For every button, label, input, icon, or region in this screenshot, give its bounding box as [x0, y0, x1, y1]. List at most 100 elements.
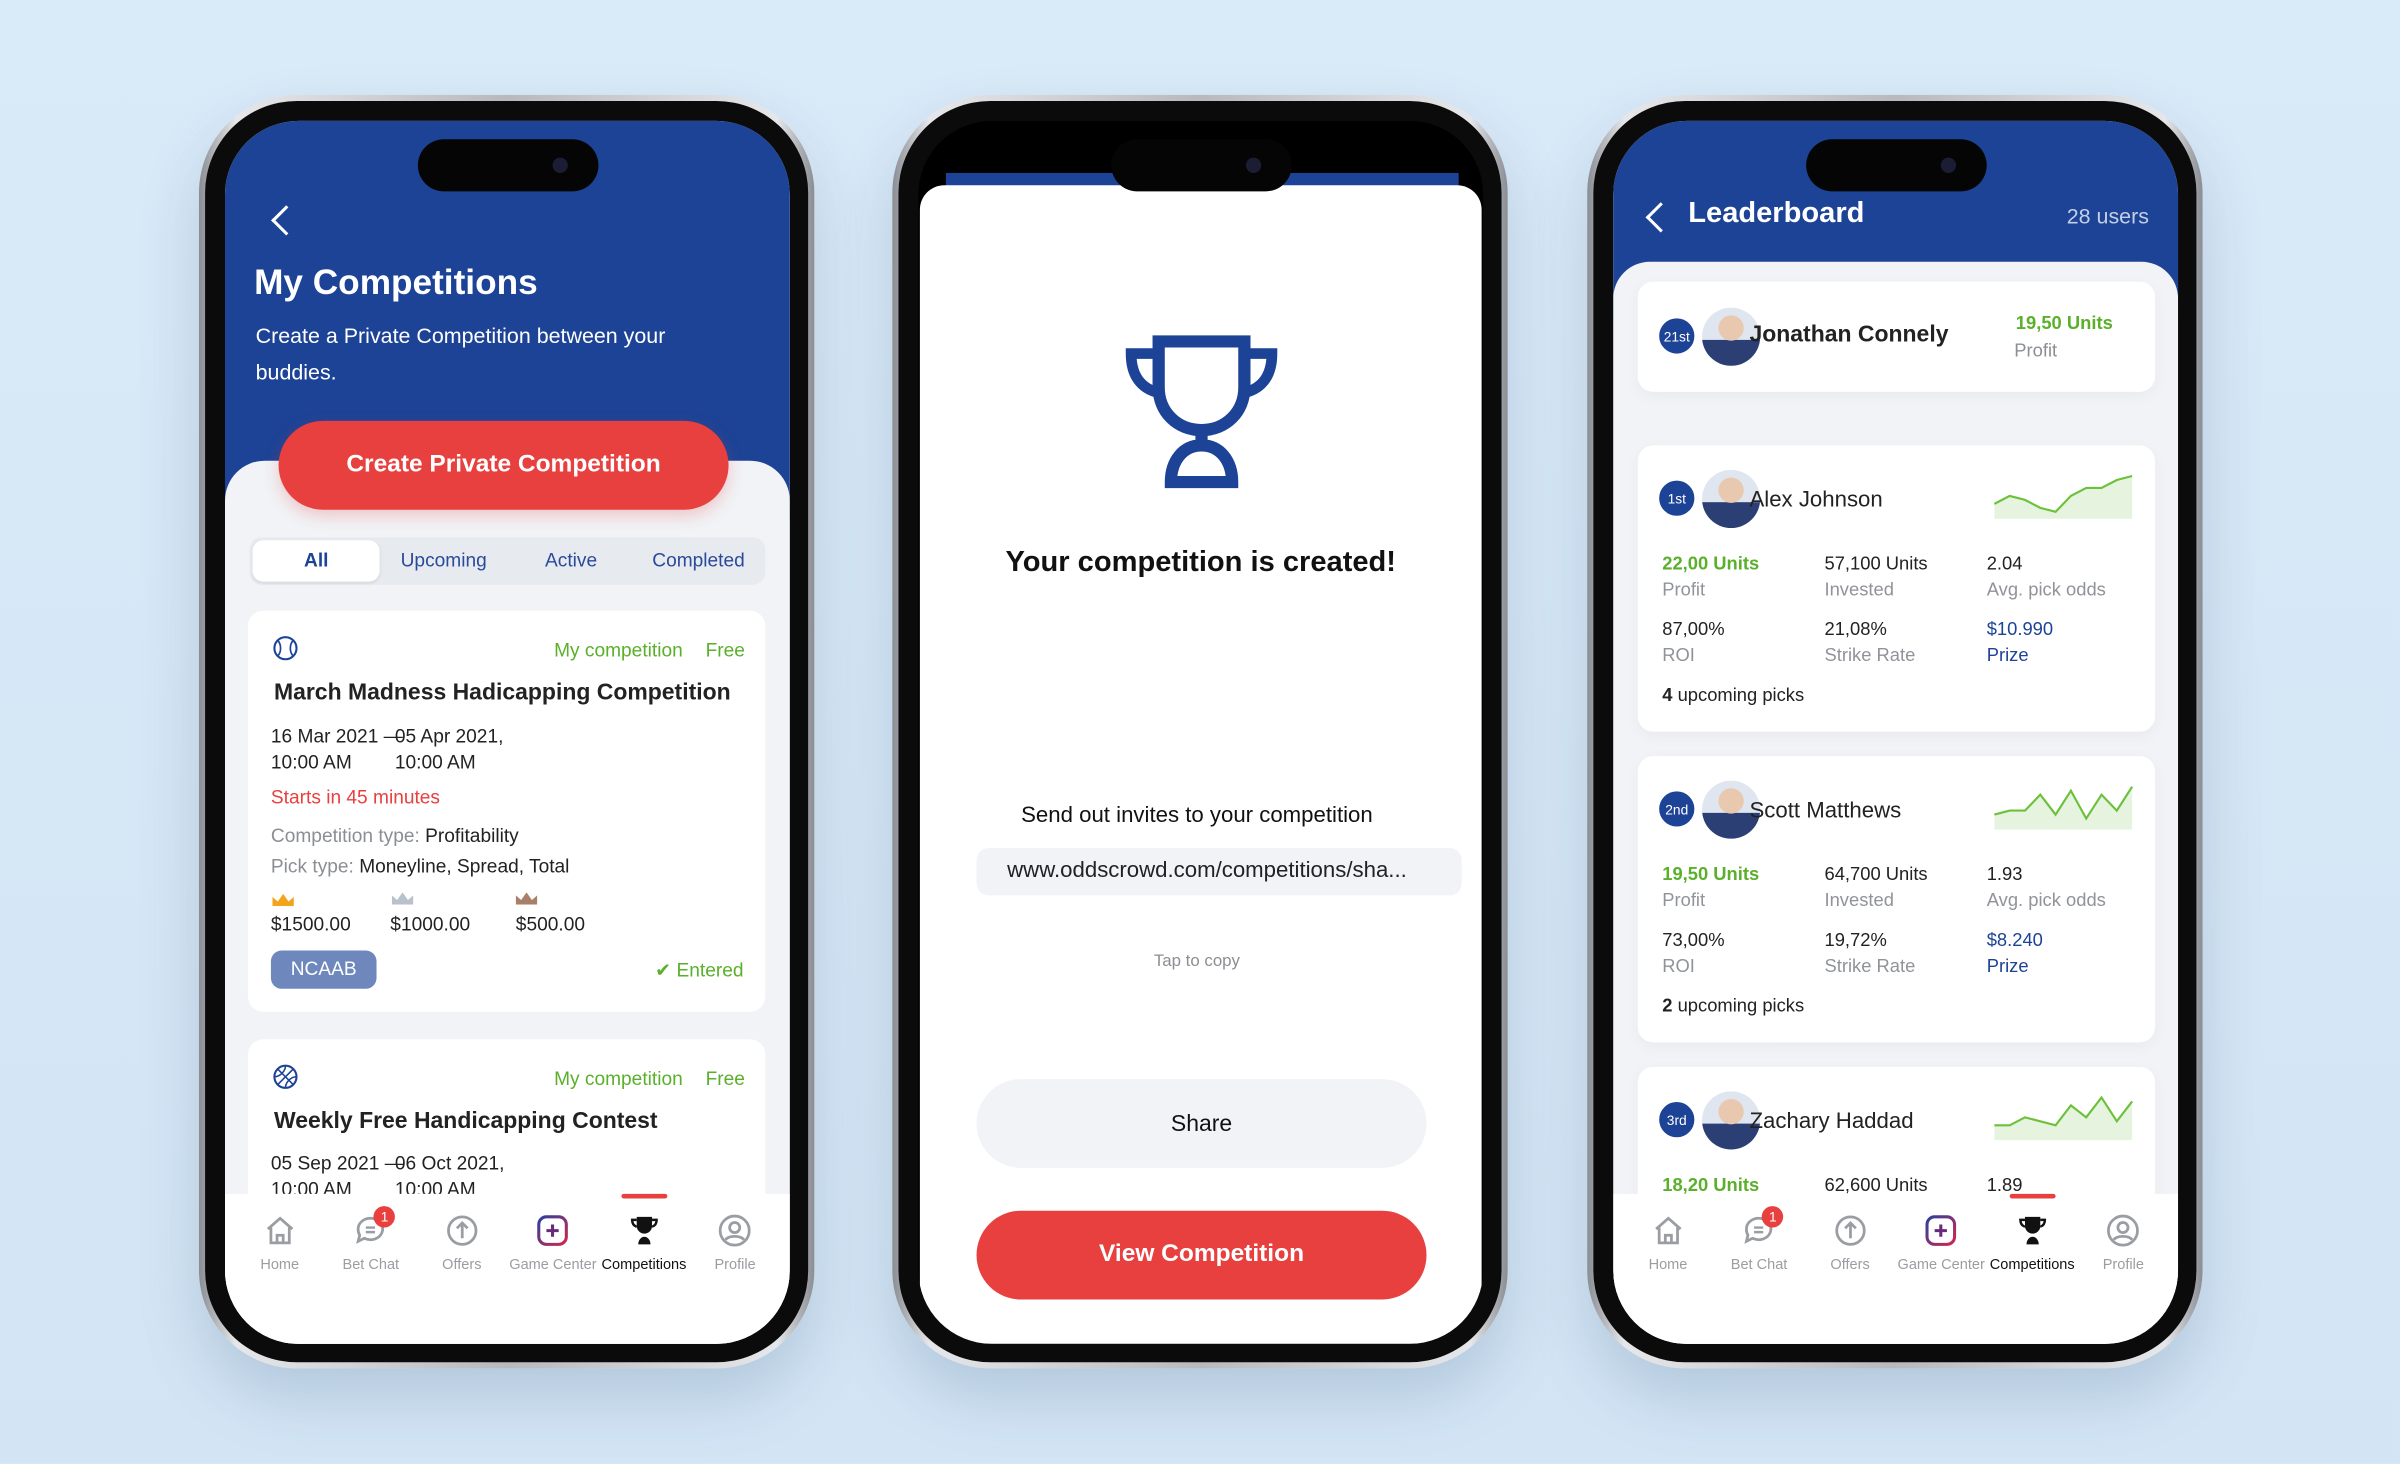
- prize-second: $1000.00: [390, 913, 471, 936]
- competition-title: March Madness Hadicapping Competition: [273, 679, 731, 706]
- rank-badge: 2nd: [1657, 789, 1696, 829]
- stat-invested: 57,100 Units Invested: [1824, 552, 1928, 600]
- nav-bet-chat[interactable]: 1 Bet Chat: [1714, 1194, 1805, 1344]
- nav-label: Game Center: [1897, 1256, 1985, 1274]
- silver-crown-icon: [391, 892, 414, 905]
- tab-upcoming[interactable]: Upcoming: [380, 540, 507, 581]
- trophy-icon: [630, 1216, 658, 1245]
- price-tag: Free: [705, 639, 745, 662]
- nav-offers[interactable]: Offers: [1805, 1194, 1896, 1344]
- view-competition-button[interactable]: View Competition: [976, 1210, 1427, 1300]
- leaderboard-entry[interactable]: 1st Alex Johnson 22,00 Units Profit 57,100 U…: [1637, 445, 2156, 732]
- profile-icon: [2107, 1214, 2140, 1247]
- nav-label: Offers: [442, 1256, 482, 1274]
- pick-type: Pick type: Moneyline, Spread, Total: [270, 855, 570, 878]
- page-subtitle: Create a Private Competition between you…: [255, 322, 666, 385]
- bronze-crown-icon: [515, 892, 538, 905]
- notification-badge: 1: [373, 1206, 396, 1228]
- nav-profile[interactable]: Profile: [2078, 1194, 2169, 1344]
- nav-competitions[interactable]: Competitions: [598, 1193, 689, 1344]
- user-name: Alex Johnson: [1749, 488, 1883, 513]
- phone-my-competitions: My Competitions Create a Private Competi…: [198, 94, 815, 1369]
- showcase-canvas: My Competitions Create a Private Competi…: [0, 0, 2400, 1464]
- dynamic-island: [417, 139, 598, 192]
- nav-bet-chat[interactable]: 1 Bet Chat: [325, 1194, 416, 1344]
- profit-trend-sparkline: [1994, 786, 2134, 830]
- prize-first: $1500.00: [270, 913, 351, 936]
- offers-icon: [446, 1215, 478, 1246]
- stat-roi: 73,00% ROI: [1662, 929, 1725, 977]
- start-date: 16 Mar 2021 —10:00 AM: [270, 725, 403, 773]
- nav-game-center[interactable]: Game Center: [1896, 1194, 1987, 1344]
- competition-type: Competition type: Profitability: [270, 824, 519, 847]
- stat-roi: 87,00% ROI: [1662, 618, 1725, 666]
- rank-badge: 1st: [1657, 479, 1696, 518]
- entered-status: ✔ Entered: [655, 959, 744, 982]
- home-icon: [266, 1216, 293, 1245]
- leaderboard-entry[interactable]: 2nd Scott Matthews 19,50 Units Profit 64,700…: [1637, 756, 2156, 1043]
- nav-game-center[interactable]: Game Center: [507, 1194, 598, 1344]
- tab-completed[interactable]: Completed: [635, 540, 762, 581]
- game-center-icon: [537, 1215, 569, 1246]
- offers-icon: [1834, 1215, 1866, 1246]
- page-title: My Competitions: [254, 261, 538, 302]
- tab-active[interactable]: Active: [507, 540, 634, 581]
- nav-label: Bet Chat: [1730, 1256, 1788, 1274]
- nav-offers[interactable]: Offers: [416, 1194, 507, 1344]
- tap-to-copy-hint[interactable]: Tap to copy: [918, 952, 1475, 970]
- phone-competition-created: Your competition is created! Send out in…: [892, 94, 1508, 1369]
- stat-odds: 2.04 Avg. pick odds: [1986, 552, 2106, 600]
- upcoming-picks: 2 upcoming picks: [1662, 994, 1805, 1017]
- nav-label: Home: [1648, 1256, 1688, 1274]
- bottom-nav: Home 1 Bet Chat Offers Game Center Competitio…: [1613, 1193, 2179, 1344]
- screen-my-competitions: My Competitions Create a Private Competi…: [224, 120, 790, 1344]
- create-private-competition-button[interactable]: Create Private Competition: [278, 420, 729, 510]
- nav-home[interactable]: Home: [234, 1194, 325, 1344]
- competition-card[interactable]: My competition Free March Madness Hadica…: [247, 610, 766, 1012]
- check-icon: ✔: [655, 959, 672, 982]
- upcoming-picks: 4 upcoming picks: [1662, 684, 1805, 706]
- nav-competitions[interactable]: Competitions: [1987, 1193, 2078, 1344]
- bottom-nav: Home 1 Bet Chat Offers Game Center Competitio…: [224, 1193, 790, 1344]
- stat-profit: 18,20 Units: [1662, 1173, 1760, 1196]
- profit-value: 19,50 Units: [2015, 312, 2113, 334]
- stat-profit: 22,00 Units Profit: [1662, 552, 1760, 600]
- price-tag: Free: [705, 1068, 745, 1090]
- nav-label: Bet Chat: [342, 1256, 400, 1274]
- countdown: Starts in 45 minutes: [270, 786, 440, 809]
- nav-label: Competitions: [1989, 1256, 2075, 1274]
- game-center-icon: [1925, 1215, 1957, 1246]
- nav-profile[interactable]: Profile: [690, 1194, 781, 1344]
- trophy-icon: [2018, 1216, 2046, 1245]
- share-button[interactable]: Share: [976, 1079, 1427, 1168]
- my-rank-card[interactable]: 21st Jonathan Connely 19,50 Units Profit: [1637, 281, 2156, 392]
- success-title: Your competition is created!: [1005, 546, 1397, 579]
- screen-leaderboard: Leaderboard 28 users 21st Jonathan Conne…: [1613, 120, 2179, 1344]
- profit-trend-sparkline: [1993, 474, 2133, 519]
- stat-strike: 19,72% Strike Rate: [1824, 929, 1916, 977]
- tab-all[interactable]: All: [252, 540, 380, 582]
- rank-badge: 21st: [1657, 316, 1696, 356]
- owner-tag: My competition: [554, 1068, 683, 1090]
- screen-competition-created: Your competition is created! Send out in…: [918, 120, 1484, 1344]
- gold-crown-icon: [272, 893, 294, 907]
- page-title: Leaderboard: [1688, 197, 1865, 230]
- nav-label: Offers: [1830, 1256, 1870, 1274]
- stat-prize: $8.240 Prize: [1986, 929, 2043, 977]
- user-name: Zachary Haddad: [1749, 1109, 1914, 1135]
- stat-invested: 64,700 Units Invested: [1824, 863, 1928, 911]
- invite-url-field[interactable]: www.oddscrowd.com/competitions/sha...: [976, 847, 1462, 896]
- nav-label: Game Center: [509, 1256, 597, 1274]
- home-icon: [1654, 1216, 1682, 1245]
- league-badge: NCAAB: [270, 950, 377, 989]
- dynamic-island: [1110, 139, 1292, 192]
- stat-invested: 62,600 Units: [1824, 1173, 1928, 1196]
- nav-home[interactable]: Home: [1622, 1194, 1713, 1344]
- end-date: 05 Apr 2021, 10:00 AM: [394, 725, 504, 773]
- rank-badge: 3rd: [1657, 1100, 1696, 1139]
- trophy-icon: [1125, 335, 1278, 489]
- filter-tabs: All Upcoming Active Completed: [249, 537, 766, 585]
- competition-title: Weekly Free Handicapping Contest: [273, 1108, 658, 1135]
- profit-label: Profit: [2014, 339, 2058, 362]
- stat-strike: 21,08% Strike Rate: [1824, 618, 1916, 666]
